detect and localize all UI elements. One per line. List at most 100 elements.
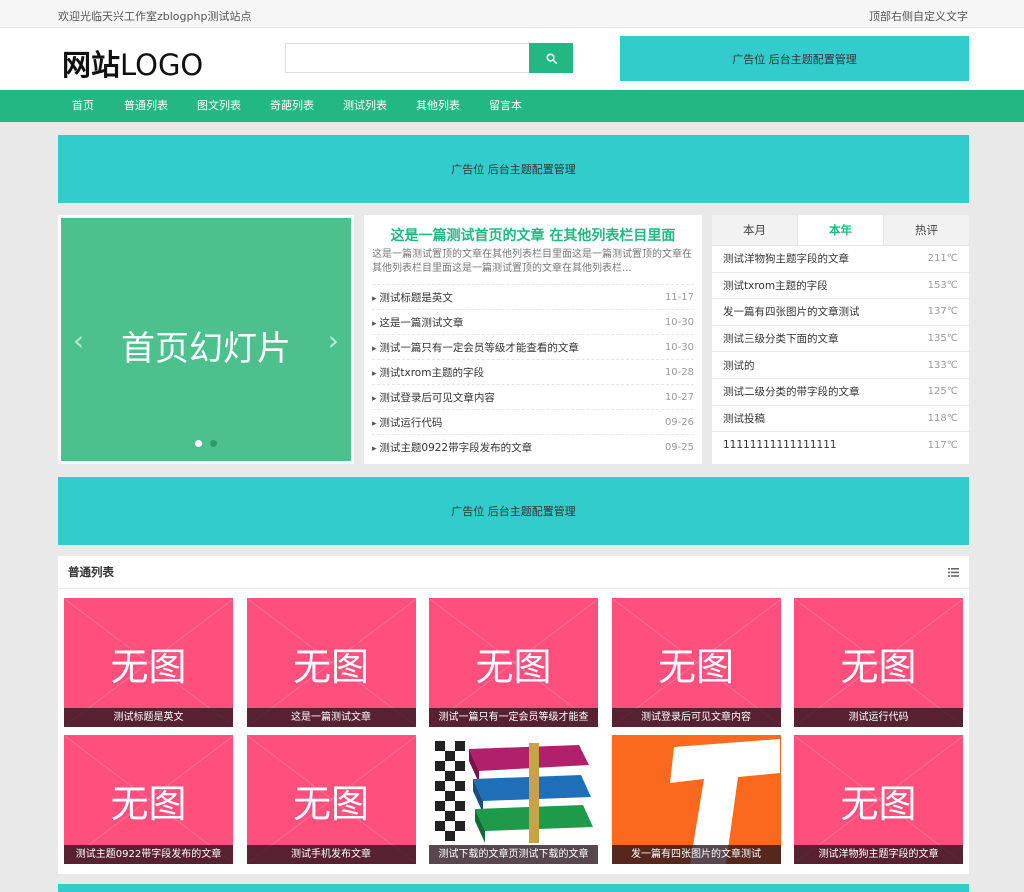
ranking-row[interactable]: 测试投稿 118℃: [712, 406, 969, 433]
search-form: [285, 43, 573, 73]
slider-next-arrow-icon[interactable]: ›: [328, 324, 339, 357]
ranking-row-title[interactable]: 测试投稿: [723, 411, 765, 426]
ranking-row-views: 118℃: [927, 412, 958, 424]
welcome-text: 欢迎光临天兴工作室zblogphp测试站点: [58, 10, 252, 23]
list-item-title[interactable]: 这是一篇测试文章: [372, 315, 463, 330]
list-item-title[interactable]: 测试登录后可见文章内容: [372, 390, 495, 405]
nav-item-odd-list[interactable]: 奇葩列表: [270, 90, 314, 122]
logo-cn: 网站: [62, 48, 121, 82]
list-item[interactable]: 测试txrom主题的字段 10-28: [372, 359, 694, 384]
list-item-date: 10-30: [664, 341, 694, 353]
ranking-row-views: 211℃: [927, 253, 958, 265]
list-item[interactable]: 测试主题0922带字段发布的文章 09-25: [372, 434, 694, 459]
list-item-date: 10-27: [664, 391, 694, 403]
post-card[interactable]: 发一篇有四张图片的文章测试: [611, 735, 781, 864]
main-nav: 首页 普通列表 图文列表 奇葩列表 测试列表 其他列表 留言本: [0, 90, 1024, 122]
ranking-row[interactable]: 11111111111111111 117℃: [712, 432, 969, 459]
post-card[interactable]: 无图测试登录后可见文章内容: [611, 598, 781, 727]
post-card-caption[interactable]: 测试主题0922带字段发布的文章: [64, 845, 233, 864]
post-card[interactable]: 测试下载的文章页测试下载的文章: [429, 735, 598, 864]
ranking-row-title[interactable]: 测试二级分类的带字段的文章: [723, 384, 860, 399]
no-image-placeholder: 无图: [657, 645, 734, 689]
ranking-row[interactable]: 测试的 133℃: [712, 352, 969, 379]
list-item[interactable]: 这是一篇测试文章 10-30: [372, 309, 694, 334]
ranking-row-views: 137℃: [927, 306, 958, 318]
list-item[interactable]: 测试登录后可见文章内容 10-27: [372, 384, 694, 409]
normal-list-section: 普通列表 无图 测试标题是英文 无图 这是一篇测试文章 无图 测试一篇只有一定会员等级…: [58, 556, 969, 874]
logo-en: LOGO: [120, 48, 204, 82]
ad-banner-middle[interactable]: 广告位 后台主题配置管理: [58, 477, 969, 545]
nav-item-test-list[interactable]: 测试列表: [343, 90, 387, 122]
ranking-row-title[interactable]: 测试txrom主题的字段: [723, 278, 828, 293]
post-card-caption[interactable]: 测试登录后可见文章内容: [611, 708, 781, 727]
ranking-row-title[interactable]: 测试洋物狗主题字段的文章: [723, 251, 849, 266]
list-item[interactable]: 测试运行代码 09-26: [372, 409, 694, 434]
search-button[interactable]: [529, 43, 573, 73]
ranking-row[interactable]: 测试txrom主题的字段 153℃: [712, 273, 969, 300]
slider-dots: [195, 440, 217, 447]
nav-item-home[interactable]: 首页: [72, 90, 94, 122]
post-card[interactable]: 无图 测试标题是英文: [64, 598, 233, 727]
list-item-title[interactable]: 测试标题是英文: [372, 290, 453, 305]
search-input[interactable]: [285, 43, 529, 73]
list-item[interactable]: 测试一篇只有一定会员等级才能查看的文章 10-30: [372, 334, 694, 359]
post-card-caption[interactable]: 测试下载的文章页测试下载的文章: [429, 845, 598, 864]
no-image-placeholder: 无图: [840, 645, 917, 689]
post-card-caption[interactable]: 发一篇有四张图片的文章测试: [611, 845, 781, 864]
post-card-caption[interactable]: 这是一篇测试文章: [246, 708, 416, 727]
ranking-row[interactable]: 测试三级分类下面的文章 135℃: [712, 326, 969, 353]
post-card-caption[interactable]: 测试标题是英文: [64, 708, 233, 727]
nav-item-normal-list[interactable]: 普通列表: [124, 90, 168, 122]
post-card[interactable]: 无图测试一篇只有一定会员等级才能查: [429, 598, 598, 727]
featured-headline[interactable]: 这是一篇测试首页的文章 在其他列表栏目里面: [372, 225, 694, 244]
ad-banner-bottom[interactable]: [58, 884, 969, 892]
post-card[interactable]: 无图 测试运行代码: [794, 598, 963, 727]
ranking-row[interactable]: 发一篇有四张图片的文章测试 137℃: [712, 299, 969, 326]
post-card[interactable]: 无图测试手机发布文章: [246, 735, 416, 864]
tab-hot-comments[interactable]: 热评: [884, 215, 969, 245]
ranking-row-title[interactable]: 11111111111111111: [723, 439, 837, 451]
post-card-caption[interactable]: 测试运行代码: [794, 708, 963, 727]
post-card-caption[interactable]: 测试手机发布文章: [246, 845, 416, 864]
list-item[interactable]: 测试标题是英文 11-17: [372, 284, 694, 309]
section-title[interactable]: 普通列表: [68, 564, 114, 580]
post-card-caption[interactable]: 测试一篇只有一定会员等级才能查: [429, 708, 598, 727]
no-image-placeholder: 无图: [475, 645, 552, 689]
ranking-row-title[interactable]: 测试三级分类下面的文章: [723, 331, 839, 346]
ranking-row-title[interactable]: 发一篇有四张图片的文章测试: [723, 304, 860, 319]
post-card[interactable]: 无图 测试主题0922带字段发布的文章: [64, 735, 233, 864]
list-item-title[interactable]: 测试txrom主题的字段: [372, 365, 484, 380]
nav-item-other-list[interactable]: 其他列表: [416, 90, 460, 122]
ranking-row-views: 135℃: [927, 333, 958, 345]
list-item-date: 09-25: [664, 441, 694, 453]
ad-banner-top[interactable]: 广告位 后台主题配置管理: [58, 135, 969, 203]
slide[interactable]: ‹ 首页幻灯片 ›: [61, 218, 351, 461]
ranking-row-title[interactable]: 测试的: [723, 358, 755, 373]
ranking-row[interactable]: 测试洋物狗主题字段的文章 211℃: [712, 246, 969, 273]
nav-item-guestbook[interactable]: 留言本: [489, 90, 522, 122]
slider-dot-1[interactable]: [195, 440, 202, 447]
post-card-caption[interactable]: 测试洋物狗主题字段的文章: [794, 845, 963, 864]
list-item-title[interactable]: 测试一篇只有一定会员等级才能查看的文章: [372, 340, 579, 355]
ranking-tabs: 本月 本年 热评: [712, 215, 969, 246]
top-bar: 欢迎光临天兴工作室zblogphp测试站点 顶部右侧自定义文字: [0, 0, 1024, 28]
list-item-title[interactable]: 测试运行代码: [372, 415, 442, 430]
ranking-row-views: 153℃: [927, 279, 958, 291]
site-logo[interactable]: 网站LOGO: [62, 42, 203, 84]
header-ad[interactable]: 广告位 后台主题配置管理: [620, 36, 969, 81]
no-image-placeholder: 无图: [292, 782, 369, 826]
slider-dot-2[interactable]: [210, 440, 217, 447]
featured-summary: 这是一篇测试置顶的文章在其他列表栏目里面这是一篇测试置顶的文章在其他列表栏目里面…: [372, 249, 692, 274]
post-card[interactable]: 无图 这是一篇测试文章: [246, 598, 416, 727]
ranking-panel: 本月 本年 热评 测试洋物狗主题字段的文章 211℃ 测试txrom主题的字段 15…: [712, 215, 969, 464]
home-slider: ‹ 首页幻灯片 ›: [58, 215, 354, 464]
site-header: 网站LOGO 广告位 后台主题配置管理: [0, 28, 1024, 90]
nav-item-image-list[interactable]: 图文列表: [197, 90, 241, 122]
list-view-icon[interactable]: [948, 567, 959, 577]
ranking-row-views: 117℃: [927, 439, 958, 451]
ranking-row[interactable]: 测试二级分类的带字段的文章 125℃: [712, 379, 969, 406]
tab-year[interactable]: 本年: [798, 215, 884, 245]
post-card[interactable]: 无图 测试洋物狗主题字段的文章: [794, 735, 963, 864]
tab-month[interactable]: 本月: [712, 215, 798, 245]
list-item-title[interactable]: 测试主题0922带字段发布的文章: [372, 440, 532, 455]
